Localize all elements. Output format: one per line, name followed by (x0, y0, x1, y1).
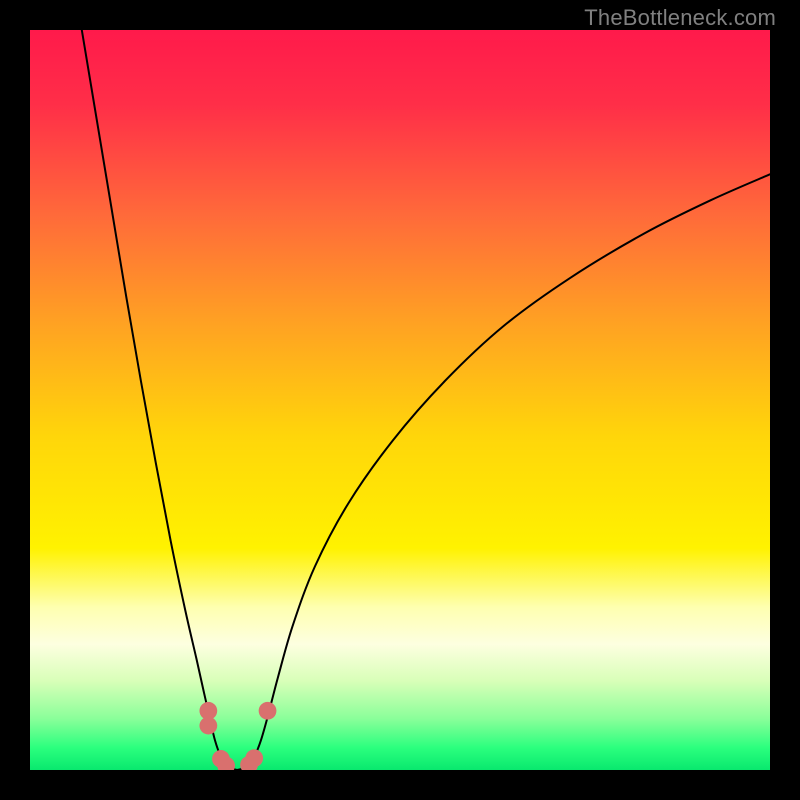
chart-svg (30, 30, 770, 770)
plot-area (30, 30, 770, 770)
marker-5 (245, 749, 263, 767)
watermark-text: TheBottleneck.com (584, 5, 776, 31)
marker-1 (199, 717, 217, 735)
chart-frame: TheBottleneck.com (0, 0, 800, 800)
chart-background (30, 30, 770, 770)
marker-6 (259, 702, 277, 720)
